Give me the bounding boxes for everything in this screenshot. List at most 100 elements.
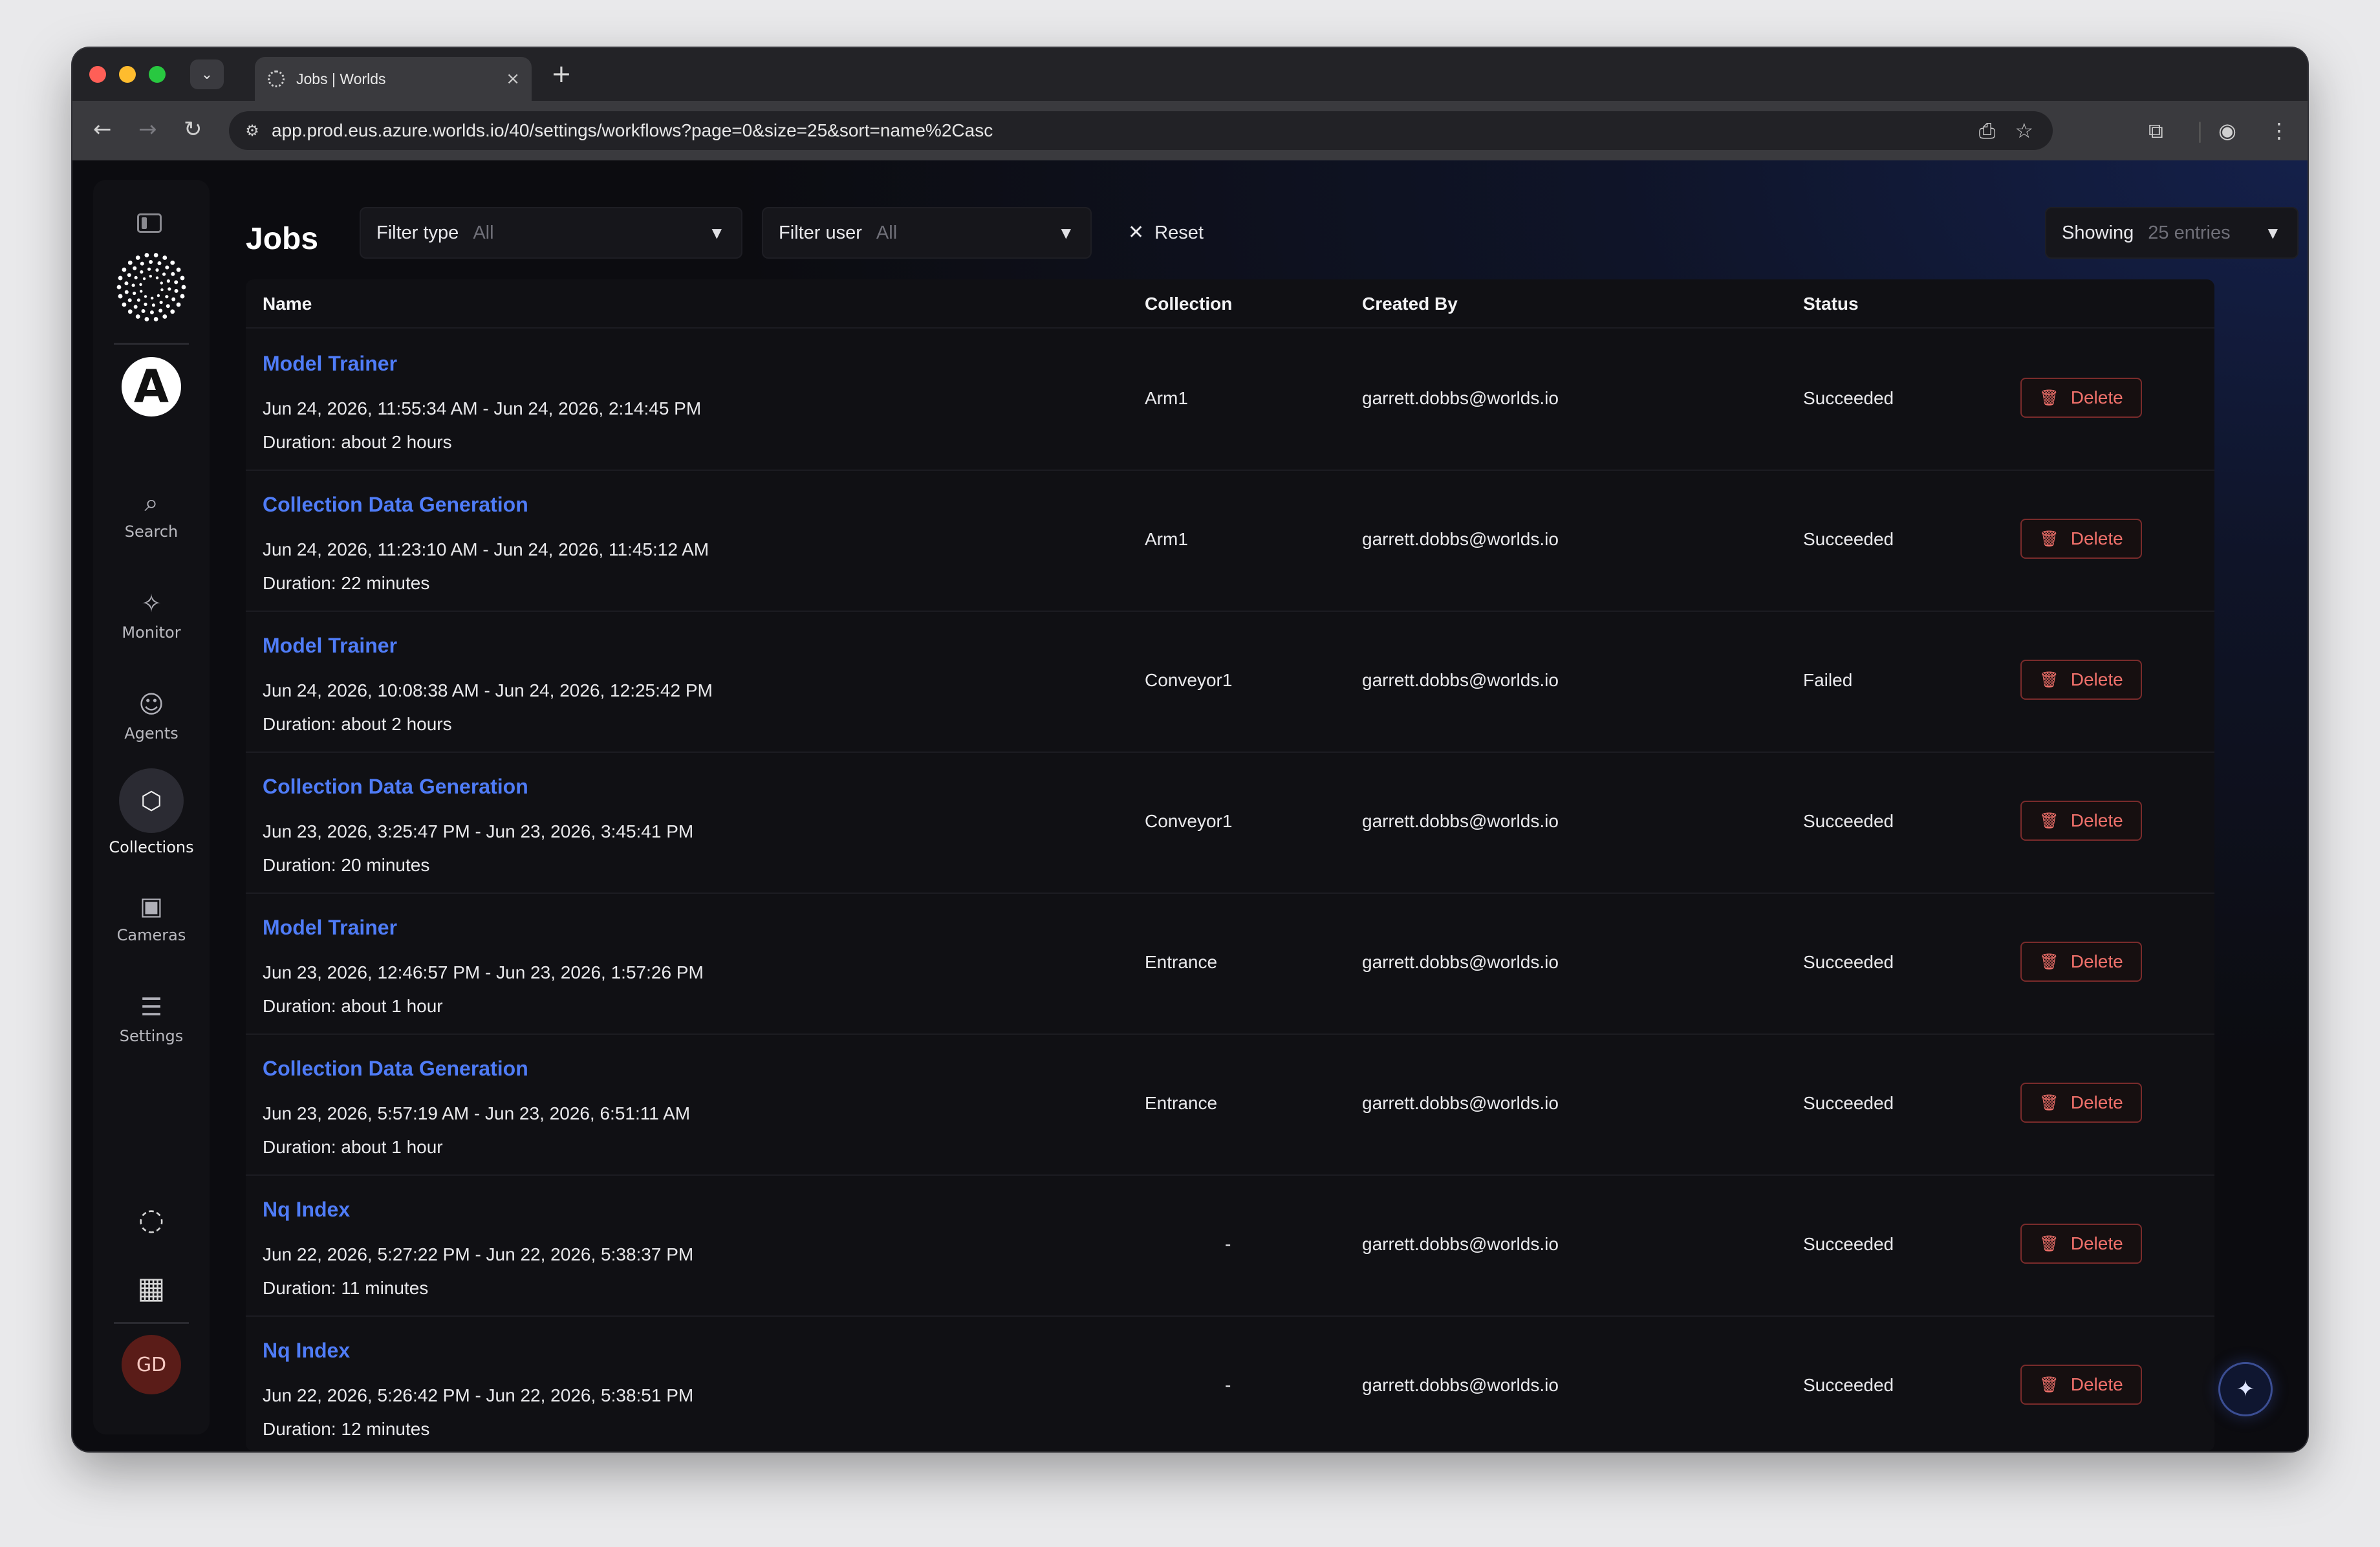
back-arrow-icon[interactable]: ←: [93, 116, 112, 142]
job-name-link[interactable]: Model Trainer: [263, 352, 397, 376]
extensions-icon[interactable]: ⧉: [2148, 116, 2163, 145]
robot-icon: ☺: [138, 690, 164, 719]
job-collection: -: [1225, 1234, 1231, 1254]
sidebar-item-collections[interactable]: ⬡ Collections: [93, 768, 210, 856]
job-name-link[interactable]: Collection Data Generation: [263, 775, 528, 799]
org-avatar[interactable]: A: [122, 357, 181, 416]
close-tab-icon[interactable]: ×: [506, 69, 520, 89]
sidebar-item-agents[interactable]: ☺ Agents: [93, 689, 210, 742]
delete-label: Delete: [2070, 669, 2123, 689]
delete-button[interactable]: 🗑 Delete: [2020, 942, 2142, 982]
job-duration: Duration: about 2 hours: [263, 714, 452, 734]
delete-label: Delete: [2070, 810, 2123, 830]
maximize-window-button[interactable]: [149, 66, 166, 83]
reload-icon[interactable]: ↻: [184, 116, 202, 142]
loading-spinner-icon[interactable]: ◌: [93, 1202, 210, 1237]
sidebar-item-monitor[interactable]: ✧ Monitor: [93, 589, 210, 642]
job-collection: Conveyor1: [1145, 811, 1233, 831]
job-created-by: garrett.dobbs@worlds.io: [1362, 1093, 1559, 1113]
monitor-icon: ✧: [141, 589, 162, 618]
job-name-link[interactable]: Collection Data Generation: [263, 1057, 528, 1081]
delete-button[interactable]: 🗑 Delete: [2020, 1224, 2142, 1264]
delete-button[interactable]: 🗑 Delete: [2020, 1365, 2142, 1405]
delete-button[interactable]: 🗑 Delete: [2020, 801, 2142, 841]
delete-button[interactable]: 🗑 Delete: [2020, 519, 2142, 559]
trash-icon: 🗑: [2039, 671, 2059, 689]
job-name-link[interactable]: Model Trainer: [263, 634, 397, 658]
url-text[interactable]: app.prod.eus.azure.worlds.io/40/settings…: [272, 120, 1979, 141]
delete-label: Delete: [2070, 1092, 2123, 1112]
profile-icon[interactable]: ◉: [2218, 116, 2236, 145]
toolbar-divider: |: [2196, 118, 2203, 143]
sidebar-item-label: Monitor: [122, 623, 181, 642]
delete-label: Delete: [2070, 387, 2123, 407]
site-settings-icon[interactable]: ⚙: [241, 119, 264, 142]
job-status: Succeeded: [1803, 1093, 1894, 1113]
ai-assistant-button[interactable]: ✦: [2218, 1362, 2273, 1416]
filter-type-value: All: [473, 222, 494, 243]
sidebar-item-label: Search: [124, 523, 178, 541]
minimize-window-button[interactable]: [119, 66, 136, 83]
close-window-button[interactable]: [89, 66, 106, 83]
tab-search-button[interactable]: ⌄: [190, 60, 224, 89]
job-duration: Duration: about 2 hours: [263, 432, 452, 452]
caret-down-icon: ▼: [2267, 225, 2278, 241]
table-row: Model Trainer Jun 23, 2026, 12:46:57 PM …: [246, 892, 2214, 1035]
job-status: Failed: [1803, 670, 1853, 690]
job-time-range: Jun 23, 2026, 3:25:47 PM - Jun 23, 2026,…: [263, 821, 694, 841]
address-bar[interactable]: ⚙ app.prod.eus.azure.worlds.io/40/settin…: [229, 111, 2053, 150]
sidebar-item-label: Settings: [119, 1027, 184, 1045]
page-title: Jobs: [246, 222, 319, 256]
install-app-icon[interactable]: ⎙: [1979, 118, 1996, 144]
sidebar-item-settings[interactable]: ☰ Settings: [93, 992, 210, 1045]
tab-title: Jobs | Worlds: [296, 70, 386, 87]
reset-button[interactable]: ✕ Reset: [1128, 221, 1204, 244]
app-content: A ⌕ Search ✧ Monitor ☺ Agents ⬡ Collecti…: [72, 160, 2308, 1451]
delete-label: Delete: [2070, 1233, 2123, 1253]
sidebar-item-cameras[interactable]: ▣ Cameras: [93, 891, 210, 944]
job-name-link[interactable]: Nq Index: [263, 1198, 350, 1222]
trash-icon: 🗑: [2039, 389, 2059, 407]
new-tab-button[interactable]: +: [551, 61, 572, 87]
reset-label: Reset: [1154, 222, 1204, 243]
filter-user-select[interactable]: Filter user All ▼: [762, 207, 1092, 259]
page-size-select[interactable]: Showing 25 entries ▼: [2045, 207, 2299, 259]
filter-type-select[interactable]: Filter type All ▼: [360, 207, 742, 259]
browser-tab[interactable]: Jobs | Worlds ×: [255, 57, 532, 101]
delete-button[interactable]: 🗑 Delete: [2020, 378, 2142, 418]
collections-icon: ⬡: [119, 768, 184, 833]
sidebar-item-search[interactable]: ⌕ Search: [93, 488, 210, 541]
column-header-status[interactable]: Status: [1803, 294, 1859, 314]
delete-button[interactable]: 🗑 Delete: [2020, 660, 2142, 700]
column-header-name[interactable]: Name: [263, 294, 312, 314]
job-created-by: garrett.dobbs@worlds.io: [1362, 1234, 1559, 1254]
worlds-logo-icon: [116, 253, 186, 321]
job-time-range: Jun 22, 2026, 5:27:22 PM - Jun 22, 2026,…: [263, 1244, 694, 1264]
trash-icon: 🗑: [2039, 530, 2059, 548]
delete-button[interactable]: 🗑 Delete: [2020, 1083, 2142, 1123]
delete-label: Delete: [2070, 1374, 2123, 1394]
user-avatar[interactable]: GD: [122, 1335, 181, 1394]
building-icon[interactable]: ▦: [93, 1270, 210, 1305]
job-name-link[interactable]: Nq Index: [263, 1339, 350, 1363]
forward-arrow-icon[interactable]: →: [138, 116, 157, 142]
column-header-created-by[interactable]: Created By: [1362, 294, 1458, 314]
delete-label: Delete: [2070, 951, 2123, 971]
column-header-collection[interactable]: Collection: [1145, 294, 1232, 314]
sidebar-item-label: Agents: [124, 724, 178, 742]
search-icon: ⌕: [144, 488, 158, 517]
job-name-link[interactable]: Collection Data Generation: [263, 493, 528, 517]
sidebar-toggle-icon[interactable]: [137, 213, 162, 233]
browser-menu-icon[interactable]: ⋮: [2269, 116, 2289, 145]
job-status: Succeeded: [1803, 952, 1894, 972]
job-name-link[interactable]: Model Trainer: [263, 916, 397, 940]
job-time-range: Jun 24, 2026, 11:23:10 AM - Jun 24, 2026…: [263, 539, 709, 559]
filter-user-value: All: [876, 222, 898, 243]
bookmark-star-icon[interactable]: ☆: [2015, 118, 2033, 143]
table-row: Collection Data Generation Jun 24, 2026,…: [246, 470, 2214, 612]
job-collection: Arm1: [1145, 529, 1188, 549]
job-time-range: Jun 23, 2026, 5:57:19 AM - Jun 23, 2026,…: [263, 1103, 691, 1123]
browser-window: ⌄ Jobs | Worlds × + ← → ↻ ⚙ app.prod.eus…: [72, 48, 2308, 1451]
job-created-by: garrett.dobbs@worlds.io: [1362, 388, 1559, 408]
trash-icon: 🗑: [2039, 1094, 2059, 1112]
